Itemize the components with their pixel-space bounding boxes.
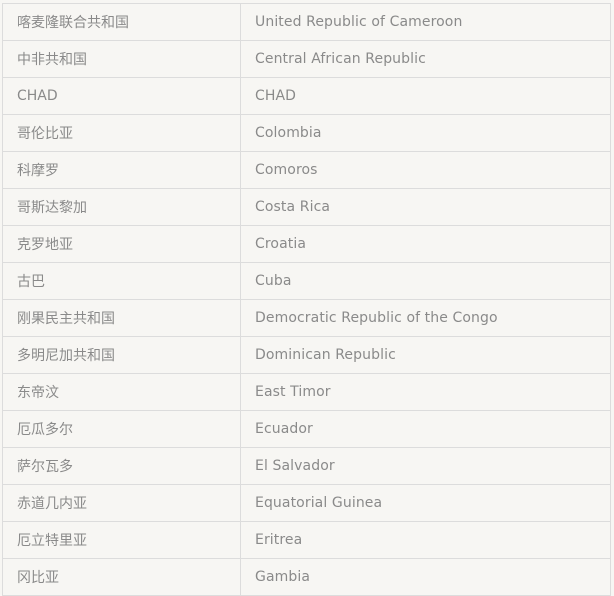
english-name-cell: Dominican Republic bbox=[240, 336, 611, 374]
table-row: CHAD CHAD bbox=[2, 77, 611, 115]
chinese-name-cell: 古巴 bbox=[2, 262, 241, 300]
table-row: 哥斯达黎加 Costa Rica bbox=[2, 188, 611, 226]
english-name-cell: Eritrea bbox=[240, 521, 611, 559]
table-row: 萨尔瓦多 El Salvador bbox=[2, 447, 611, 485]
table-row: 厄立特里亚 Eritrea bbox=[2, 521, 611, 559]
chinese-name-cell: 刚果民主共和国 bbox=[2, 299, 241, 337]
table-row: 厄瓜多尔 Ecuador bbox=[2, 410, 611, 448]
table-row: 克罗地亚 Croatia bbox=[2, 225, 611, 263]
english-name-cell: Comoros bbox=[240, 151, 611, 189]
chinese-name-cell: 哥伦比亚 bbox=[2, 114, 241, 152]
table-row: 东帝汶 East Timor bbox=[2, 373, 611, 411]
chinese-name-cell: 哥斯达黎加 bbox=[2, 188, 241, 226]
table-row: 科摩罗 Comoros bbox=[2, 151, 611, 189]
country-name-table: 喀麦隆联合共和国 United Republic of Cameroon 中非共和国… bbox=[2, 3, 611, 596]
chinese-name-cell: CHAD bbox=[2, 77, 241, 115]
english-name-cell: El Salvador bbox=[240, 447, 611, 485]
chinese-name-cell: 东帝汶 bbox=[2, 373, 241, 411]
chinese-name-cell: 多明尼加共和国 bbox=[2, 336, 241, 374]
table-row: 中非共和国 Central African Republic bbox=[2, 40, 611, 78]
english-name-cell: Gambia bbox=[240, 558, 611, 596]
chinese-name-cell: 冈比亚 bbox=[2, 558, 241, 596]
english-name-cell: Ecuador bbox=[240, 410, 611, 448]
chinese-name-cell: 中非共和国 bbox=[2, 40, 241, 78]
chinese-name-cell: 萨尔瓦多 bbox=[2, 447, 241, 485]
english-name-cell: East Timor bbox=[240, 373, 611, 411]
english-name-cell: Colombia bbox=[240, 114, 611, 152]
table-row: 喀麦隆联合共和国 United Republic of Cameroon bbox=[2, 3, 611, 41]
english-name-cell: Cuba bbox=[240, 262, 611, 300]
english-name-cell: United Republic of Cameroon bbox=[240, 3, 611, 41]
english-name-cell: Costa Rica bbox=[240, 188, 611, 226]
chinese-name-cell: 喀麦隆联合共和国 bbox=[2, 3, 241, 41]
chinese-name-cell: 科摩罗 bbox=[2, 151, 241, 189]
table-row: 赤道几内亚 Equatorial Guinea bbox=[2, 484, 611, 522]
table-row: 多明尼加共和国 Dominican Republic bbox=[2, 336, 611, 374]
chinese-name-cell: 厄立特里亚 bbox=[2, 521, 241, 559]
chinese-name-cell: 赤道几内亚 bbox=[2, 484, 241, 522]
table-row: 刚果民主共和国 Democratic Republic of the Congo bbox=[2, 299, 611, 337]
english-name-cell: Croatia bbox=[240, 225, 611, 263]
chinese-name-cell: 厄瓜多尔 bbox=[2, 410, 241, 448]
table-row: 古巴 Cuba bbox=[2, 262, 611, 300]
country-table-body: 喀麦隆联合共和国 United Republic of Cameroon 中非共和国… bbox=[2, 3, 611, 596]
english-name-cell: CHAD bbox=[240, 77, 611, 115]
english-name-cell: Democratic Republic of the Congo bbox=[240, 299, 611, 337]
table-row: 哥伦比亚 Colombia bbox=[2, 114, 611, 152]
english-name-cell: Equatorial Guinea bbox=[240, 484, 611, 522]
table-row: 冈比亚 Gambia bbox=[2, 558, 611, 596]
chinese-name-cell: 克罗地亚 bbox=[2, 225, 241, 263]
english-name-cell: Central African Republic bbox=[240, 40, 611, 78]
